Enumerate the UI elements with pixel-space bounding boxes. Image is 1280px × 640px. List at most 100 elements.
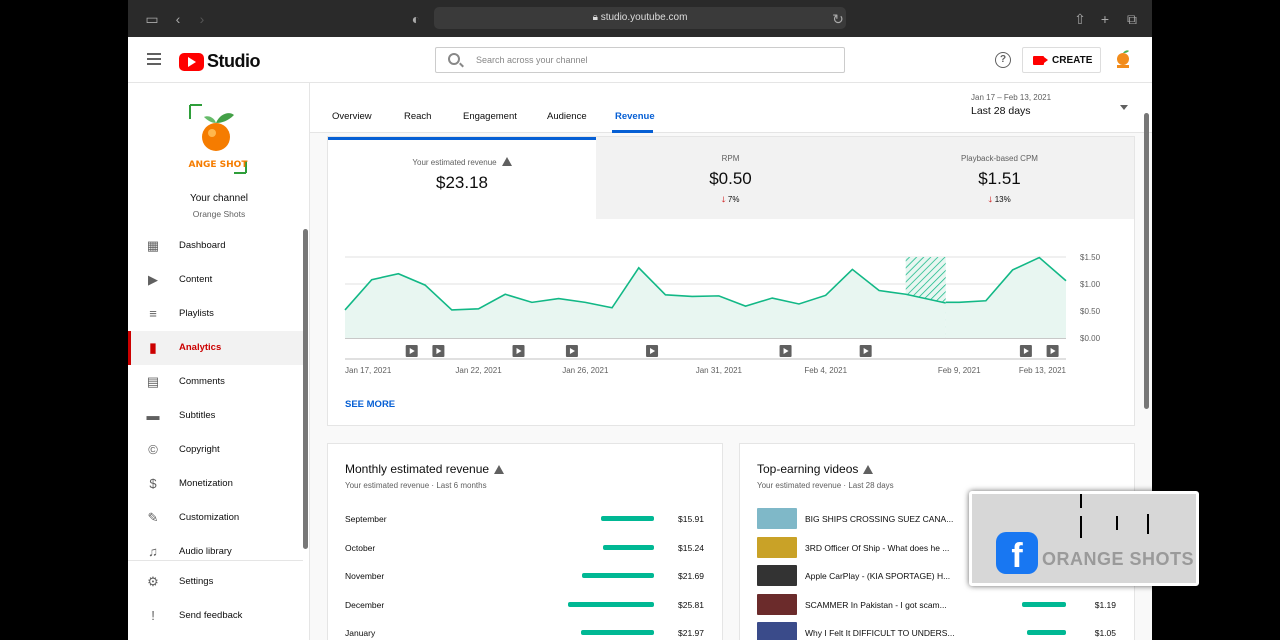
warning-icon[interactable] (863, 465, 874, 474)
tab-audience[interactable]: Audience (547, 111, 587, 122)
video-marker-icon[interactable] (646, 345, 659, 357)
tab-reach[interactable]: Reach (404, 111, 431, 122)
address-bar[interactable]: 🔒︎ studio.youtube.com (434, 7, 846, 29)
see-more-link[interactable]: SEE MORE (345, 399, 395, 410)
sidebar-item-comments[interactable]: ▤ Comments (128, 365, 303, 399)
menu-icon[interactable] (147, 53, 161, 65)
tab-engagement[interactable]: Engagement (463, 111, 517, 122)
video-title[interactable]: BIG SHIPS CROSSING SUEZ CANA... (805, 514, 955, 524)
monthly-row: October $15.24 (345, 539, 709, 559)
sidebar-item-audio-library[interactable]: ♫ Audio library (128, 535, 303, 569)
metric-rpm[interactable]: RPM $0.50 🡓︎ 7% (596, 137, 865, 219)
x-tick-label: Jan 26, 2021 (562, 366, 609, 375)
tab-overview[interactable]: Overview (332, 111, 372, 122)
video-thumbnail[interactable] (757, 565, 797, 586)
x-tick-label: Feb 13, 2021 (1019, 366, 1067, 375)
monetization-icon: $ (149, 476, 157, 491)
watermark-overlay: f ORANGE SHOTS (969, 491, 1199, 586)
sidebar-item-analytics[interactable]: ▮ Analytics (128, 331, 303, 365)
revenue-bar (601, 516, 654, 521)
month-value: $25.81 (678, 599, 704, 610)
chevron-down-icon[interactable] (1120, 105, 1128, 110)
reload-icon[interactable]: ↻ (828, 9, 848, 29)
x-tick-label: Feb 9, 2021 (938, 366, 981, 375)
active-tab-indicator (612, 130, 653, 133)
help-icon[interactable]: ? (995, 52, 1011, 68)
video-title[interactable]: Apple CarPlay - (KIA SPORTAGE) H... (805, 571, 955, 581)
back-icon[interactable]: ‹ (168, 9, 188, 29)
search-input[interactable]: Search across your channel (476, 55, 588, 65)
video-thumbnail[interactable] (757, 622, 797, 640)
privacy-shield-icon[interactable]: ◐ (406, 9, 426, 29)
sidebar-item-playlists[interactable]: ≡ Playlists (128, 297, 303, 331)
video-title[interactable]: SCAMMER In Pakistan - I got scam... (805, 600, 955, 610)
video-thumbnail[interactable] (757, 593, 797, 615)
video-marker-icon[interactable] (432, 345, 445, 357)
channel-title: Your channel (189, 193, 248, 204)
date-range-dates: Jan 17 – Feb 13, 2021 (971, 93, 1052, 102)
sidebar-item-customization[interactable]: ✎ Customization (128, 501, 303, 535)
month-value: $15.91 (678, 514, 704, 524)
copyright-icon: © (148, 442, 158, 457)
y-tick-label: $0.00 (1080, 334, 1101, 343)
sidebar-scrollbar[interactable] (303, 229, 308, 549)
warning-icon[interactable] (494, 465, 505, 474)
video-thumbnail[interactable] (757, 508, 797, 529)
video-marker-icon[interactable] (1046, 345, 1059, 357)
revenue-chart: $1.50 $1.00 $0.50 $0.00 Jan 17, 2021 Jan 22,… (344, 253, 1101, 375)
month-label: September (345, 514, 387, 524)
video-row[interactable]: Why I Felt It DIFFICULT TO UNDERS... $1.0… (757, 622, 1121, 640)
sidebar-toggle-icon[interactable]: ▭ (142, 9, 162, 29)
video-marker-icon[interactable] (405, 345, 418, 357)
warning-icon[interactable] (501, 157, 512, 166)
comments-icon: ▤ (146, 374, 160, 389)
card-subtitle: Your estimated revenue · Last 28 days (757, 481, 894, 490)
sidebar-item-subtitles[interactable]: ▬ Subtitles (128, 399, 303, 433)
facebook-icon: f (996, 532, 1038, 575)
video-thumbnail[interactable] (757, 536, 797, 558)
overlay-mark (1080, 516, 1082, 538)
search-icon (448, 53, 460, 65)
create-button[interactable]: CREATE (1022, 47, 1101, 73)
sidebar-item-monetization[interactable]: $ Monetization (128, 467, 303, 501)
month-label: November (345, 571, 385, 581)
date-range-label: Last 28 days (971, 105, 1031, 117)
metric-value: $1.51 (978, 169, 1021, 188)
sidebar-item-send-feedback[interactable]: ! Send feedback (128, 599, 303, 633)
analytics-icon: ▮ (149, 340, 157, 355)
metric-playback-cpm[interactable]: Playback-based CPM $1.51 🡓︎ 13% (865, 137, 1134, 219)
new-tab-icon[interactable]: + (1095, 9, 1115, 29)
share-icon[interactable]: ⇧ (1070, 9, 1090, 29)
video-marker-icon[interactable] (779, 345, 792, 357)
search-box[interactable]: Search across your channel (435, 47, 845, 73)
overlay-mark (1116, 516, 1118, 530)
metric-change: 7% (727, 195, 740, 204)
sidebar-item-settings[interactable]: ⚙ Settings (128, 565, 303, 599)
metric-title: Your estimated revenue (412, 158, 497, 167)
video-marker-icon[interactable] (565, 345, 578, 357)
tab-revenue[interactable]: Revenue (615, 111, 655, 122)
video-marker-icon[interactable] (1019, 345, 1032, 357)
sidebar-item-content[interactable]: ▶ Content (128, 263, 303, 297)
revenue-bar (1027, 630, 1066, 635)
month-label: October (345, 542, 376, 553)
video-marker-icon[interactable] (859, 345, 872, 357)
month-value: $21.69 (678, 571, 704, 581)
tabs-overview-icon[interactable]: ⧉ (1122, 9, 1142, 29)
account-avatar[interactable] (1113, 48, 1133, 70)
sidebar-item-copyright[interactable]: © Copyright (128, 433, 303, 467)
video-title[interactable]: Why I Felt It DIFFICULT TO UNDERS... (805, 628, 955, 638)
sidebar-divider (128, 560, 303, 561)
y-tick-label: $0.50 (1080, 307, 1101, 316)
video-row[interactable]: SCAMMER In Pakistan - I got scam... $1.19 (757, 593, 1121, 616)
channel-logo[interactable]: ANGE SHOT (186, 103, 250, 175)
sidebar-item-dashboard[interactable]: ▦ Dashboard (128, 229, 303, 263)
overlay-mark (1147, 514, 1149, 534)
main-scrollbar[interactable] (1144, 113, 1149, 409)
forward-icon[interactable]: › (192, 9, 212, 29)
video-title[interactable]: 3RD Officer Of Ship - What does he ... (805, 543, 955, 553)
studio-logo[interactable]: Studio (179, 51, 261, 72)
video-marker-icon[interactable] (512, 345, 525, 357)
metric-estimated-revenue[interactable]: Your estimated revenue $23.18 (328, 137, 596, 219)
date-range-selector[interactable]: Jan 17 – Feb 13, 2021 Last 28 days (971, 93, 1051, 117)
